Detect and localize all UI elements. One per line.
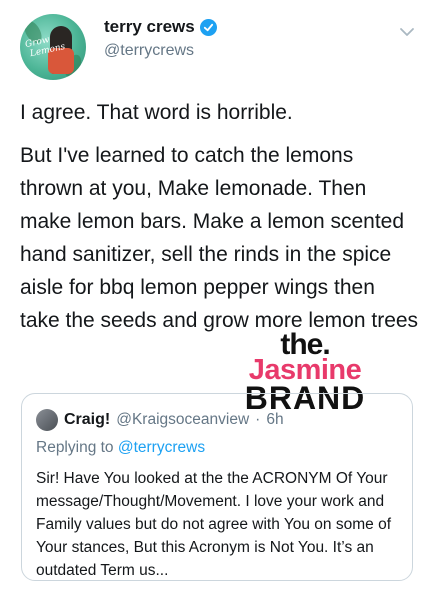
quoted-display-name[interactable]: Craig!	[64, 411, 110, 429]
quoted-header: Craig! @Kraigsoceanview · 6h	[36, 409, 284, 431]
quoted-tweet-text: Sir! Have You looked at the the ACRONYM …	[36, 470, 391, 579]
replying-to-handle-link[interactable]: @terrycrews	[118, 439, 205, 456]
verified-badge-icon	[199, 18, 217, 36]
display-name[interactable]: terry crews	[104, 17, 195, 37]
profile-avatar[interactable]: Grow Lemons	[20, 14, 86, 80]
name-row: terry crews	[104, 17, 217, 37]
tweet-paragraph: I agree. That word is horrible.	[20, 101, 293, 124]
tweet-header: Grow Lemons terry crews @terrycrews	[0, 0, 435, 90]
replying-to-line: Replying to @terrycrews	[36, 439, 205, 457]
replying-to-label: Replying to	[36, 439, 114, 456]
quoted-separator: ·	[255, 411, 261, 428]
tweet-body: I agree. That word is horrible. But I've…	[20, 96, 420, 347]
quoted-timestamp: 6h	[266, 411, 284, 428]
quoted-tweet-card[interactable]: Craig! @Kraigsoceanview · 6h Replying to…	[21, 393, 413, 581]
quoted-handle[interactable]: @Kraigsoceanview	[116, 411, 249, 429]
user-handle[interactable]: @terrycrews	[104, 42, 194, 60]
chevron-down-icon[interactable]	[397, 22, 417, 42]
tweet-paragraph: But I've learned to catch the lemons thr…	[20, 144, 419, 332]
quoted-avatar[interactable]	[36, 409, 58, 431]
